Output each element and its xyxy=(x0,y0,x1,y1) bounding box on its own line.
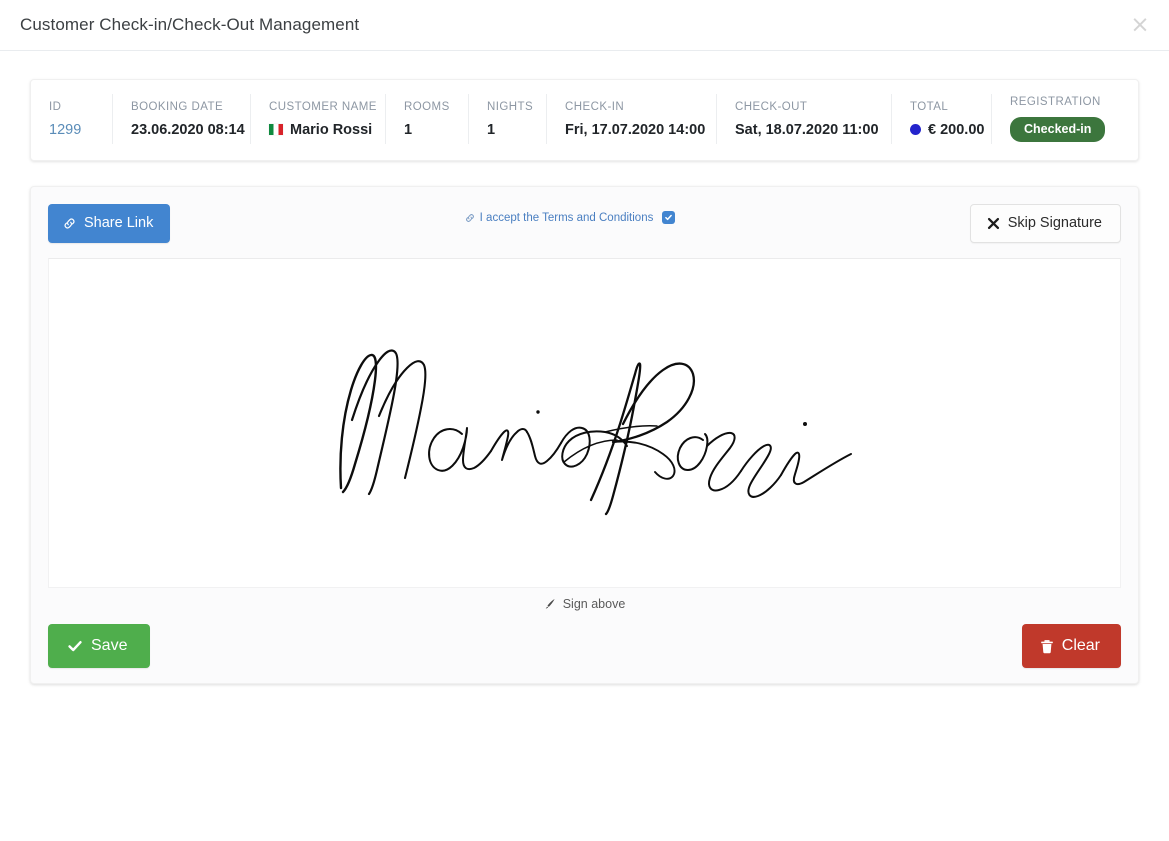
signature-ink xyxy=(305,328,865,518)
summary-label-customer-name: CUSTOMER NAME xyxy=(269,100,377,113)
page-title: Customer Check-in/Check-Out Management xyxy=(20,15,360,34)
clear-label: Clear xyxy=(1061,637,1100,654)
summary-col-check-in: CHECK-IN Fri, 17.07.2020 14:00 xyxy=(547,94,717,144)
summary-col-rooms: ROOMS 1 xyxy=(386,94,469,144)
save-button[interactable]: Save xyxy=(48,624,151,668)
italy-flag-icon xyxy=(269,124,283,135)
summary-value-check-out: Sat, 18.07.2020 11:00 xyxy=(735,121,879,138)
link-icon xyxy=(63,217,76,230)
share-link-button[interactable]: Share Link xyxy=(48,204,171,243)
modal-header: Customer Check-in/Check-Out Management × xyxy=(0,0,1169,51)
close-icon[interactable]: × xyxy=(1125,10,1155,40)
summary-col-customer-name: CUSTOMER NAME Mario Rossi xyxy=(251,94,386,144)
close-x-icon xyxy=(987,217,1000,230)
skip-signature-button[interactable]: Skip Signature xyxy=(969,204,1121,243)
summary-label-nights: NIGHTS xyxy=(487,100,534,113)
terms-and-conditions-row[interactable]: I accept the Terms and Conditions xyxy=(465,211,676,224)
signature-canvas[interactable] xyxy=(48,258,1121,588)
summary-value-rooms: 1 xyxy=(404,121,413,138)
summary-label-rooms: ROOMS xyxy=(404,100,450,113)
signature-panel: Share Link I accept the Terms and Condit… xyxy=(30,186,1139,684)
summary-col-nights: NIGHTS 1 xyxy=(469,94,547,144)
summary-value-total-wrap: € 200.00 xyxy=(910,122,984,138)
summary-value-booking-date: 23.06.2020 08:14 xyxy=(131,121,245,138)
summary-label-check-out: CHECK-OUT xyxy=(735,100,808,113)
summary-value-id[interactable]: 1299 xyxy=(49,122,94,138)
sign-above-label: Sign above xyxy=(562,597,626,611)
summary-label-registration: REGISTRATION xyxy=(1010,95,1101,108)
summary-value-total: € 200.00 xyxy=(928,121,985,138)
summary-value-customer-name: Mario Rossi xyxy=(290,121,373,138)
link-icon-terms xyxy=(465,213,475,223)
summary-label-total: TOTAL xyxy=(910,100,949,113)
clear-button[interactable]: Clear xyxy=(1021,624,1121,668)
payment-status-dot-icon xyxy=(910,124,921,135)
summary-value-customer-name-wrap: Mario Rossi xyxy=(269,122,372,138)
summary-value-registration-wrap: Checked-in xyxy=(1010,116,1114,143)
share-link-label: Share Link xyxy=(84,215,154,231)
terms-and-conditions-label[interactable]: I accept the Terms and Conditions xyxy=(480,212,654,224)
terms-checkbox[interactable] xyxy=(662,211,676,224)
skip-signature-label: Skip Signature xyxy=(1007,215,1102,231)
summary-label-id: ID xyxy=(49,100,62,113)
summary-value-check-in: Fri, 17.07.2020 14:00 xyxy=(565,121,706,138)
trash-icon xyxy=(1040,639,1054,654)
signature-footer: Save Clear xyxy=(48,624,1121,668)
check-icon xyxy=(67,638,83,654)
summary-value-nights: 1 xyxy=(487,121,496,138)
status-badge: Checked-in xyxy=(1010,116,1106,143)
summary-label-booking-date: BOOKING DATE xyxy=(131,100,224,113)
modal-body: ID 1299 BOOKING DATE 23.06.2020 08:14 CU… xyxy=(0,51,1169,684)
summary-col-registration: REGISTRATION Checked-in xyxy=(992,94,1132,144)
pen-icon xyxy=(544,598,556,610)
summary-label-check-in: CHECK-IN xyxy=(565,100,625,113)
signature-toolbar: Share Link I accept the Terms and Condit… xyxy=(48,204,1121,246)
summary-col-check-out: CHECK-OUT Sat, 18.07.2020 11:00 xyxy=(717,94,892,144)
save-label: Save xyxy=(91,637,128,654)
booking-summary-card: ID 1299 BOOKING DATE 23.06.2020 08:14 CU… xyxy=(30,79,1139,161)
sign-above-hint: Sign above xyxy=(48,597,1121,611)
summary-col-id: ID 1299 xyxy=(31,94,113,144)
summary-col-booking-date: BOOKING DATE 23.06.2020 08:14 xyxy=(113,94,251,144)
summary-col-total: TOTAL € 200.00 xyxy=(892,94,992,144)
